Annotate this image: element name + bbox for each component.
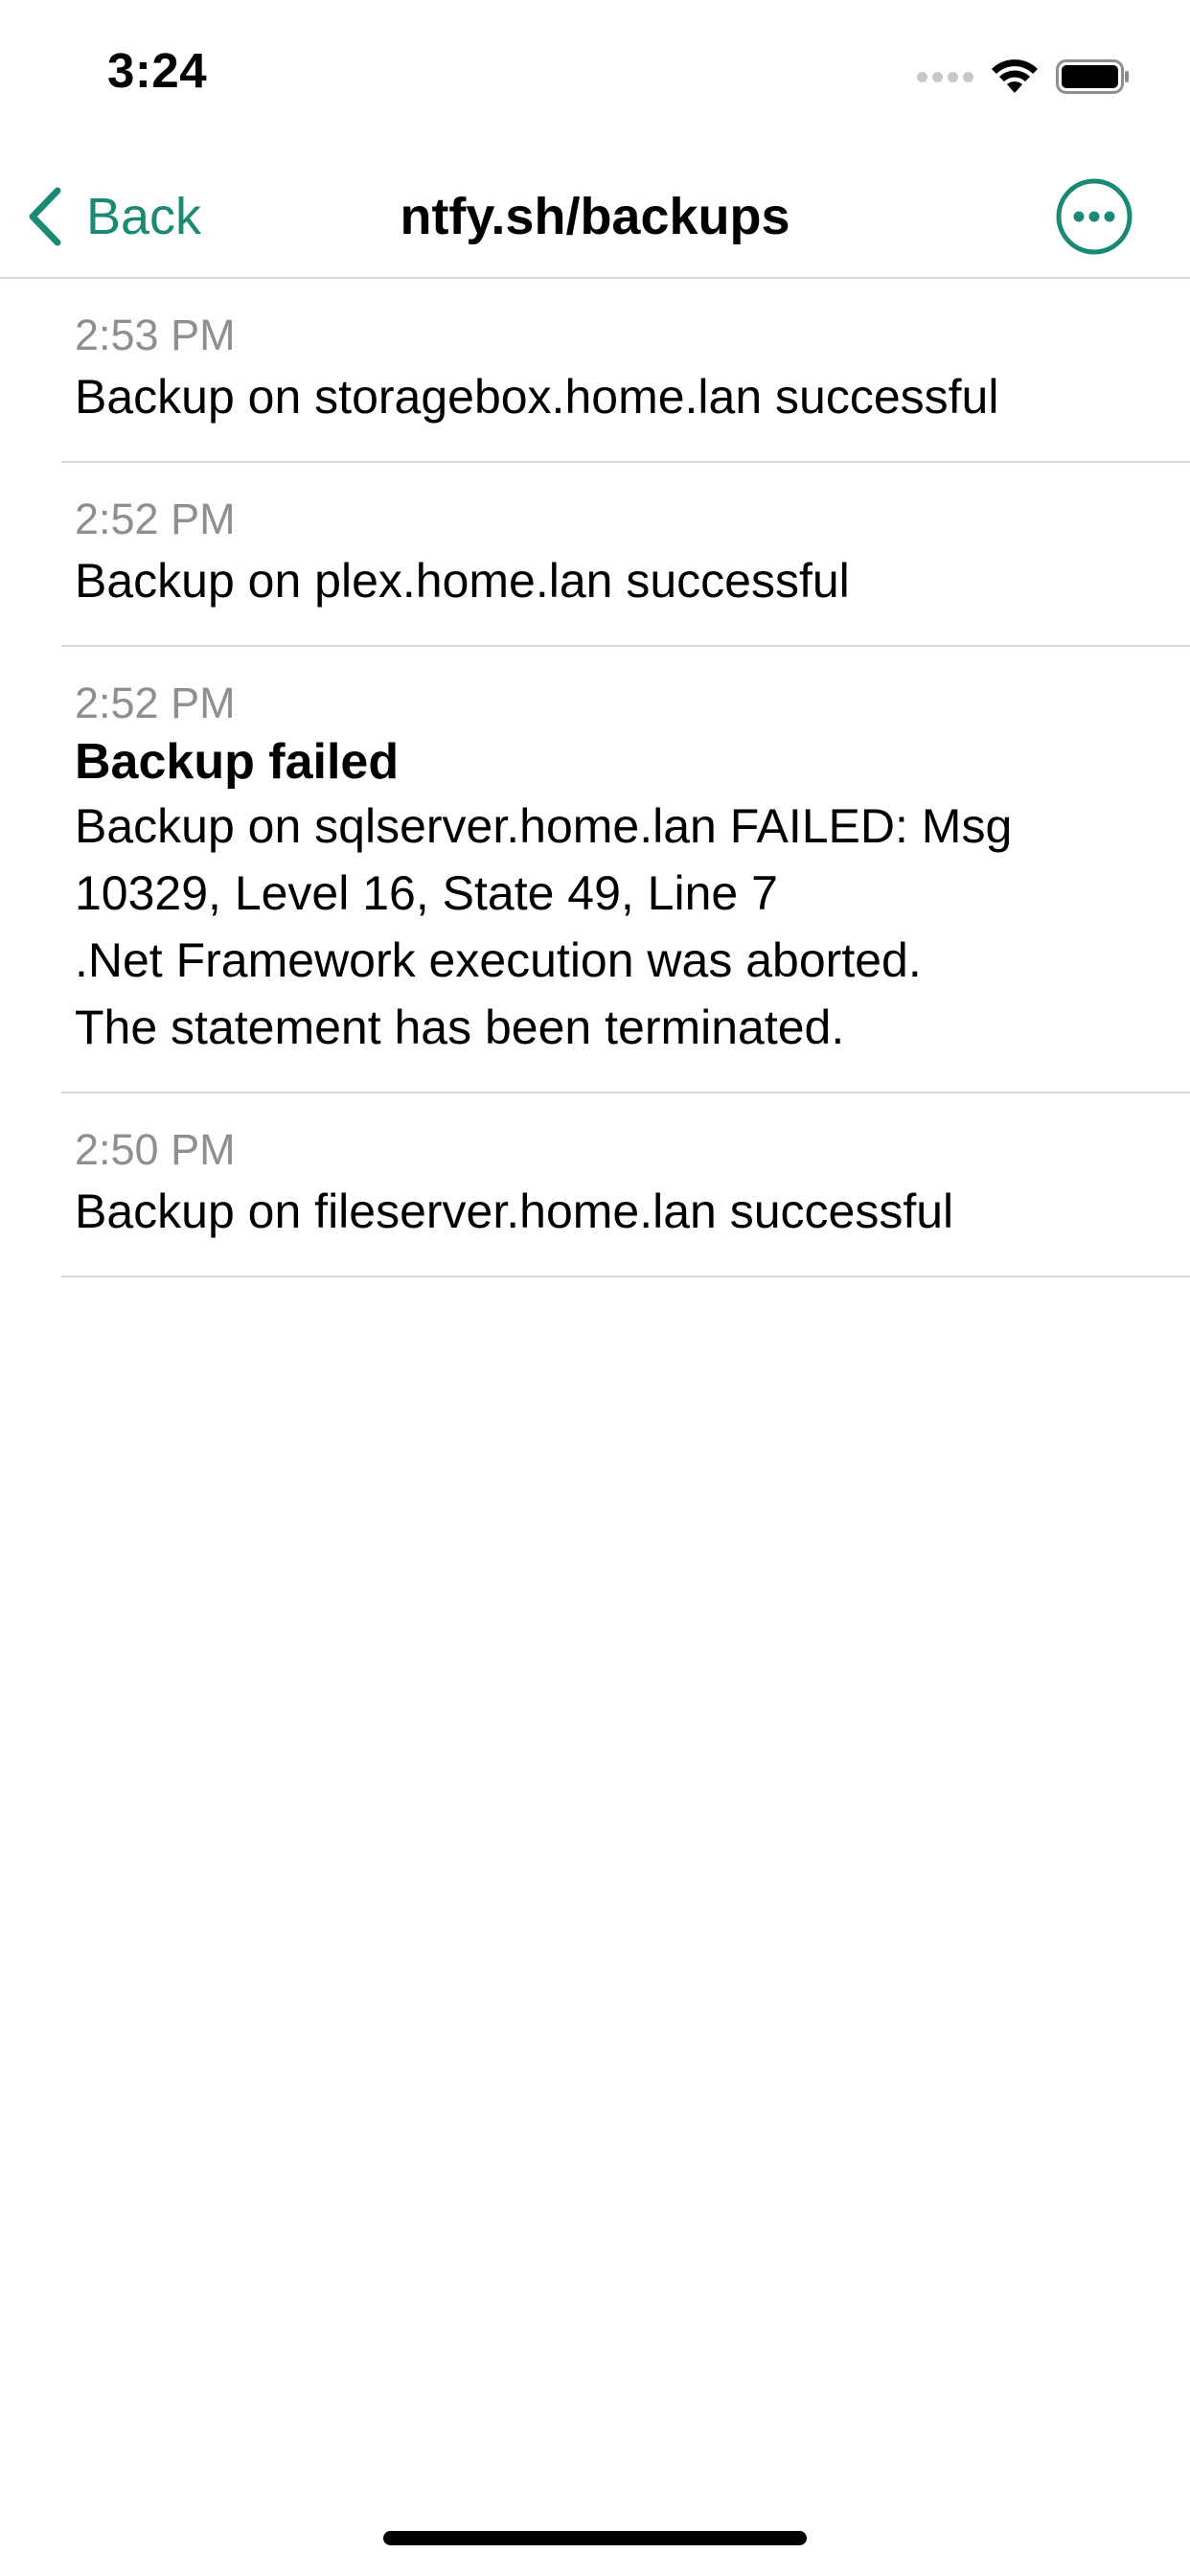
- message-title: Backup failed: [75, 734, 400, 790]
- page-title: ntfy.sh/backups: [400, 188, 790, 245]
- message-time: 2:52 PM: [75, 678, 236, 727]
- wifi-icon: [992, 59, 1038, 93]
- status-time: 3:24: [107, 43, 208, 98]
- status-icons: [917, 56, 1131, 98]
- message-list: 2:53 PM Backup on storagebox.home.lan su…: [0, 277, 1190, 1277]
- message-row[interactable]: 2:52 PM Backup on plex.home.lan successf…: [61, 463, 1190, 647]
- message-time: 2:52 PM: [75, 494, 236, 543]
- status-bar: 3:24: [0, 0, 1190, 126]
- message-time: 2:50 PM: [75, 1125, 236, 1174]
- message-row[interactable]: 2:50 PM Backup on fileserver.home.lan su…: [61, 1093, 1190, 1277]
- message-row[interactable]: 2:52 PM Backup failed Backup on sqlserve…: [61, 647, 1190, 1093]
- message-body: Backup on fileserver.home.lan successful: [75, 1184, 954, 1238]
- message-row[interactable]: 2:53 PM Backup on storagebox.home.lan su…: [61, 279, 1190, 463]
- message-body: Backup on sqlserver.home.lan FAILED: Msg…: [75, 799, 1013, 1054]
- battery-icon: [1056, 59, 1129, 94]
- message-body: Backup on plex.home.lan successful: [75, 554, 850, 608]
- cellular-signal-icon: [917, 71, 973, 82]
- message-time: 2:53 PM: [75, 310, 236, 359]
- home-indicator[interactable]: [383, 2531, 807, 2545]
- message-body: Backup on storagebox.home.lan successful: [75, 370, 999, 424]
- navigation-bar: Back ntfy.sh/backups: [0, 153, 1190, 278]
- ellipsis-circle-icon[interactable]: [1054, 176, 1134, 257]
